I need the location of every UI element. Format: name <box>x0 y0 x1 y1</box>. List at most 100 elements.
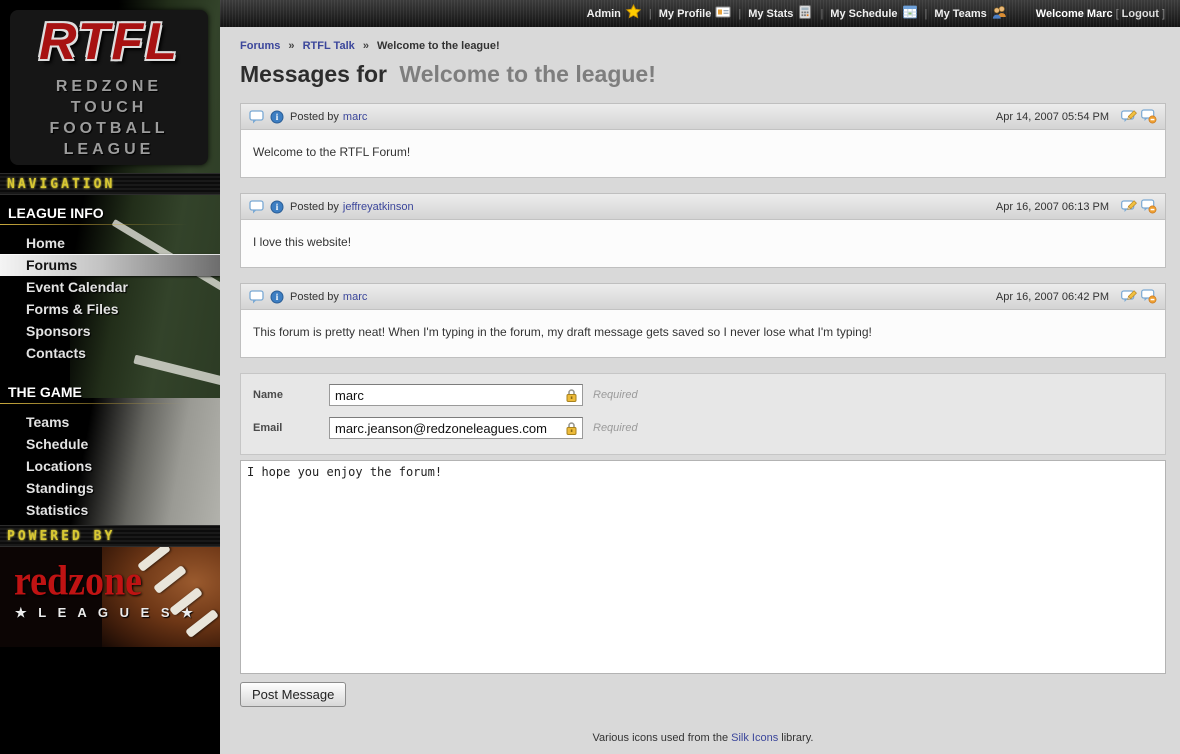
rtfl-logo-line: TOUCH <box>71 97 148 118</box>
comment-edit-icon[interactable] <box>1121 109 1137 124</box>
message-post: i Posted by jeffreyatkinson Apr 16, 2007… <box>240 193 1166 268</box>
topbar-item-label: My Profile <box>659 8 712 20</box>
comment-edit-icon[interactable] <box>1121 289 1137 304</box>
topbar-item-admin[interactable]: Admin <box>587 4 642 23</box>
main-content: Forums » RTFL Talk » Welcome to the leag… <box>220 27 1180 754</box>
info-icon: i <box>270 290 284 304</box>
message-body: I love this website! <box>241 220 1165 267</box>
sidebar-item-teams[interactable]: Teams <box>0 411 220 433</box>
navigation-header: NAVIGATION <box>0 173 220 195</box>
sidebar-item-forums[interactable]: Forums <box>0 254 220 276</box>
message-textarea[interactable]: I hope you enjoy the forum! <box>240 460 1166 674</box>
section-title-the-game: THE GAME <box>0 374 220 403</box>
comment-icon <box>249 200 264 214</box>
sidebar-item-statistics[interactable]: Statistics <box>0 499 220 521</box>
sidebar-item-event-calendar[interactable]: Event Calendar <box>0 276 220 298</box>
name-input[interactable] <box>329 384 583 406</box>
comment-delete-icon[interactable] <box>1141 199 1157 214</box>
topbar-item-my-profile[interactable]: My Profile <box>659 4 732 23</box>
section-divider <box>0 403 220 404</box>
name-label: Name <box>253 389 329 401</box>
topbar-item-label: My Stats <box>748 8 793 20</box>
message-post: i Posted by marc Apr 14, 2007 05:54 PM W… <box>240 103 1166 178</box>
rtfl-logo-line: REDZONE <box>56 76 162 97</box>
redzone-leagues-logo[interactable]: redzone ★ L E A G U E S ★ <box>0 547 220 647</box>
lock-icon <box>564 421 579 436</box>
powered-by-header: POWERED BY <box>0 525 220 547</box>
topbar-separator: | <box>820 8 823 20</box>
sidebar-item-locations[interactable]: Locations <box>0 455 220 477</box>
welcome-user-text: Welcome Marc <box>1036 8 1113 20</box>
page-title-topic: Welcome to the league! <box>399 61 655 87</box>
sidebar-item-standings[interactable]: Standings <box>0 477 220 499</box>
topbar-separator: | <box>738 8 741 20</box>
email-label: Email <box>253 422 329 434</box>
message-header: i Posted by jeffreyatkinson Apr 16, 2007… <box>241 194 1165 220</box>
posted-by-label: Posted by <box>290 201 339 213</box>
author-link[interactable]: jeffreyatkinson <box>343 201 414 213</box>
topbar-item-my-schedule[interactable]: My Schedule <box>830 4 917 23</box>
silk-icons-link[interactable]: Silk Icons <box>731 732 778 744</box>
topbar-separator: | <box>925 8 928 20</box>
football-lace <box>137 547 171 572</box>
sidebar-item-contacts[interactable]: Contacts <box>0 342 220 364</box>
sidebar-item-sponsors[interactable]: Sponsors <box>0 320 220 342</box>
lock-icon <box>564 388 579 403</box>
logout-link[interactable]: Logout <box>1122 8 1159 20</box>
breadcrumb-current: Welcome to the league! <box>377 40 500 52</box>
author-link[interactable]: marc <box>343 291 367 303</box>
footer-credit-icons: Various icons used from the Silk Icons l… <box>240 732 1166 745</box>
posted-by-label: Posted by <box>290 291 339 303</box>
football-lace <box>153 565 187 594</box>
footer: Various icons used from the Silk Icons l… <box>240 732 1166 754</box>
page-title-prefix: Messages for <box>240 61 387 87</box>
calendar-icon <box>902 4 918 23</box>
breadcrumb-separator: » <box>363 40 369 52</box>
required-label: Required <box>593 389 638 401</box>
calculator-icon <box>797 4 813 23</box>
sidebar-item-home[interactable]: Home <box>0 232 220 254</box>
page-title: Messages for Welcome to the league! <box>240 61 1166 88</box>
message-header: i Posted by marc Apr 14, 2007 05:54 PM <box>241 104 1165 130</box>
breadcrumb-rtfl-talk-link[interactable]: RTFL Talk <box>303 40 355 52</box>
footer-text: library. <box>778 732 813 744</box>
post-message-button[interactable]: Post Message <box>240 682 346 707</box>
posted-by-label: Posted by <box>290 111 339 123</box>
email-input[interactable] <box>329 417 583 439</box>
info-icon: i <box>270 200 284 214</box>
breadcrumb: Forums » RTFL Talk » Welcome to the leag… <box>240 40 1166 52</box>
post-date: Apr 14, 2007 05:54 PM <box>996 111 1109 123</box>
star-icon <box>625 4 642 23</box>
comment-edit-icon[interactable] <box>1121 199 1137 214</box>
logout-bracket: ] <box>1162 8 1165 20</box>
rtfl-logo[interactable]: RTFL REDZONE TOUCH FOOTBALL LEAGUE <box>10 10 208 165</box>
post-date: Apr 16, 2007 06:42 PM <box>996 291 1109 303</box>
info-icon: i <box>270 110 284 124</box>
topbar-separator: | <box>649 8 652 20</box>
footer-text: Various icons used from the <box>593 732 732 744</box>
rtfl-logo-line: FOOTBALL <box>49 118 168 139</box>
topbar-item-my-teams[interactable]: My Teams <box>934 4 1007 23</box>
required-label: Required <box>593 422 638 434</box>
vcard-icon <box>715 4 731 23</box>
sidebar-item-forms-files[interactable]: Forms & Files <box>0 298 220 320</box>
topbar-item-my-stats[interactable]: My Stats <box>748 4 813 23</box>
name-row: Name Required <box>253 384 1153 406</box>
comment-icon <box>249 110 264 124</box>
group-icon <box>991 4 1008 23</box>
message-body: This forum is pretty neat! When I'm typi… <box>241 310 1165 357</box>
message-post: i Posted by marc Apr 16, 2007 06:42 PM T… <box>240 283 1166 358</box>
reply-form: Name Required Email Required <box>240 373 1166 455</box>
message-header: i Posted by marc Apr 16, 2007 06:42 PM <box>241 284 1165 310</box>
topbar-item-label: My Schedule <box>830 8 897 20</box>
rtfl-logo-acronym: RTFL <box>39 16 179 68</box>
breadcrumb-separator: » <box>288 40 294 52</box>
sidebar-item-schedule[interactable]: Schedule <box>0 433 220 455</box>
comment-icon <box>249 290 264 304</box>
author-link[interactable]: marc <box>343 111 367 123</box>
message-body: Welcome to the RTFL Forum! <box>241 130 1165 177</box>
logout-bracket: [ <box>1116 8 1119 20</box>
breadcrumb-forums-link[interactable]: Forums <box>240 40 280 52</box>
comment-delete-icon[interactable] <box>1141 289 1157 304</box>
comment-delete-icon[interactable] <box>1141 109 1157 124</box>
